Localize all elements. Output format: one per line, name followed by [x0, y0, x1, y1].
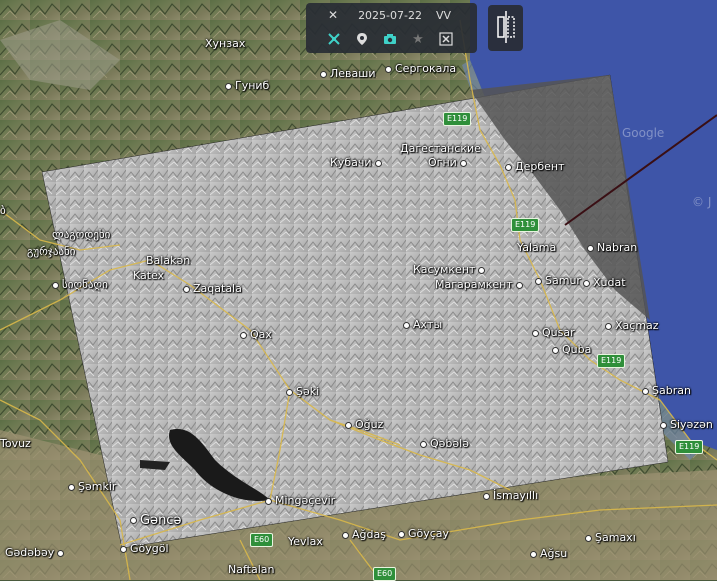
place-label: Siyəzən: [660, 418, 713, 431]
place-label: Şəki: [286, 385, 319, 398]
place-label: Tovuz: [0, 437, 31, 450]
star-icon[interactable]: ★: [407, 28, 429, 50]
highway-shield: E60: [373, 567, 397, 581]
scene-header: ✕ 2025-07-22 VV: [306, 5, 477, 25]
place-label: გურჯაანი: [27, 245, 76, 258]
place-label: Гуниб: [225, 79, 269, 92]
place-label: ლაგოდეხი: [52, 228, 111, 241]
place-label: Göyçay: [398, 527, 449, 540]
place-label: Nabran: [587, 241, 637, 254]
highway-shield: E119: [443, 112, 472, 126]
highway-shield: E119: [675, 440, 704, 454]
place-label: Yevlax: [288, 535, 323, 548]
split-view-button[interactable]: [488, 5, 523, 51]
place-label: Oğuz: [345, 418, 383, 431]
place-label: Огни: [428, 156, 470, 169]
scissors-icon[interactable]: [435, 28, 457, 50]
place-label: Samur: [535, 274, 581, 287]
place-label: ბ: [0, 204, 6, 217]
place-label: Katex: [133, 269, 165, 282]
place-label: Кубачи: [330, 156, 385, 169]
place-label: Ağdaş: [342, 528, 386, 541]
place-label: Xaçmaz: [605, 319, 659, 332]
place-label: Şəmkir: [68, 480, 116, 493]
highway-shield: E60: [250, 533, 274, 547]
place-label: Хунзах: [205, 37, 246, 50]
place-label: Касумкент: [413, 263, 488, 276]
place-label: Quba: [552, 343, 591, 356]
highway-shield: E119: [511, 218, 540, 232]
scene-toolbar: ✕ 2025-07-22 VV ★: [306, 3, 477, 53]
crosshair-icon[interactable]: [323, 28, 345, 50]
place-label: Balakən: [146, 254, 191, 267]
highway-shield: E119: [597, 354, 626, 368]
place-label: Mingəçevir: [265, 494, 335, 507]
place-label: Şabran: [642, 384, 691, 397]
place-label: Сергокала: [385, 62, 456, 75]
camera-icon[interactable]: [379, 28, 401, 50]
place-label: Gəncə: [130, 513, 181, 528]
place-label: Магарамкент: [435, 278, 526, 291]
close-icon[interactable]: ✕: [328, 8, 338, 22]
place-label: Gədəbəy: [5, 546, 67, 559]
place-label: Zaqatala: [183, 282, 242, 295]
place-label: İsmayıllı: [483, 489, 538, 502]
place-label: Şamaxı: [585, 531, 636, 544]
place-label: Дагестанские: [400, 142, 481, 155]
place-label: Qəbələ: [420, 437, 469, 450]
place-label: Ağsu: [530, 547, 567, 560]
place-label: Леваши: [320, 67, 375, 80]
place-label: Naftalan: [228, 563, 275, 576]
scene-date: 2025-07-22: [358, 8, 422, 22]
map-watermark: © J: [692, 195, 712, 209]
place-label: სიღნაღი: [52, 278, 108, 291]
place-label: Дербент: [505, 160, 565, 173]
place-label: Xudat: [583, 276, 626, 289]
split-view-icon: [497, 11, 515, 43]
polarization-label: VV: [436, 8, 452, 22]
map-watermark: Google: [622, 126, 665, 140]
place-label: Qax: [240, 328, 272, 341]
place-label: Qusar: [532, 326, 575, 339]
pin-icon[interactable]: [351, 28, 373, 50]
place-label: Göygöl: [120, 542, 169, 555]
place-label: Yalama: [517, 241, 557, 254]
place-label: Ахты: [403, 318, 442, 331]
